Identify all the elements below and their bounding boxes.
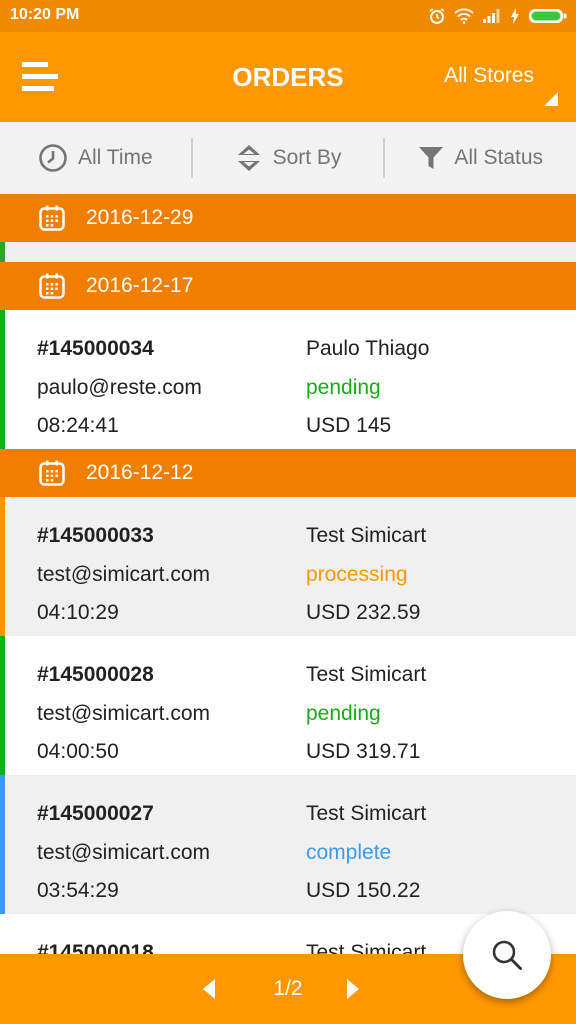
order-customer: Test Simicart — [306, 524, 427, 547]
order-right-column: Test Simicart processing USD 232.59 — [306, 517, 426, 633]
order-status: pending — [306, 701, 381, 725]
order-row[interactable]: #145000028 test@simicart.com 04:00:50 Te… — [0, 636, 576, 775]
status-filter-label: All Status — [454, 146, 544, 169]
empty-group-spacer — [0, 242, 576, 262]
chevron-right-icon — [347, 979, 359, 999]
sort-button[interactable]: Sort By — [193, 122, 384, 194]
sort-label: Sort By — [272, 146, 342, 169]
order-customer: Test Simicart — [306, 802, 427, 825]
clock-icon — [39, 144, 67, 172]
status-icons — [428, 6, 568, 26]
charging-icon — [511, 8, 519, 24]
order-left-column: #145000018 — [37, 934, 154, 954]
wifi-icon — [454, 8, 474, 24]
store-selector-label: All Stores — [444, 64, 534, 87]
order-time: 08:24:41 — [37, 414, 119, 437]
search-fab-button[interactable] — [463, 911, 551, 999]
order-customer: Test Simicart — [306, 941, 427, 954]
order-status: pending — [306, 375, 381, 399]
dropdown-corner-icon — [544, 92, 558, 106]
search-icon — [492, 940, 522, 970]
time-filter-button[interactable]: All Time — [0, 122, 191, 194]
order-row[interactable]: #145000034 paulo@reste.com 08:24:41 Paul… — [0, 310, 576, 449]
date-group-header: 2016-12-29 — [0, 194, 576, 242]
order-email: paulo@reste.com — [37, 375, 202, 399]
order-number: #145000027 — [37, 802, 154, 825]
order-row[interactable]: #145000033 test@simicart.com 04:10:29 Te… — [0, 497, 576, 636]
status-filter-button[interactable]: All Status — [385, 122, 576, 194]
group-date: 2016-12-12 — [86, 461, 194, 484]
order-row[interactable]: #145000027 test@simicart.com 03:54:29 Te… — [0, 775, 576, 914]
order-customer: Paulo Thiago — [306, 337, 430, 360]
status-time: 10:20 PM — [10, 6, 80, 23]
signal-icon — [483, 9, 500, 23]
order-total: USD 232.59 — [306, 601, 421, 624]
order-right-column: Paulo Thiago pending USD 145 — [306, 330, 429, 446]
group-date: 2016-12-29 — [86, 206, 194, 229]
alarm-icon — [429, 8, 445, 24]
order-email: test@simicart.com — [37, 701, 211, 725]
filter-icon — [419, 147, 444, 169]
order-time: 04:00:50 — [37, 740, 119, 763]
status-bar: 10:20 PM — [0, 0, 576, 32]
order-status: complete — [306, 840, 392, 864]
app-bar: ORDERS All Stores — [0, 32, 576, 122]
sort-icon — [237, 145, 260, 171]
order-right-column: Test Simicart complete USD 150.22 — [306, 795, 426, 911]
order-left-column: #145000033 test@simicart.com 04:10:29 — [37, 517, 210, 633]
date-group-header: 2016-12-12 — [0, 449, 576, 497]
order-total: USD 319.71 — [306, 740, 421, 763]
filter-bar: All Time Sort By All Status — [0, 122, 576, 194]
order-time: 04:10:29 — [37, 601, 119, 624]
order-left-column: #145000034 paulo@reste.com 08:24:41 — [37, 330, 202, 446]
order-total: USD 145 — [306, 414, 392, 437]
next-page-button[interactable] — [342, 976, 366, 1002]
store-selector[interactable]: All Stores — [418, 50, 558, 110]
battery-icon — [529, 9, 567, 23]
time-filter-label: All Time — [77, 146, 153, 169]
order-left-column: #145000028 test@simicart.com 04:00:50 — [37, 656, 210, 772]
order-email: test@simicart.com — [37, 562, 211, 586]
calendar-icon — [38, 272, 66, 300]
order-status: processing — [306, 562, 408, 586]
order-time: 03:54:29 — [37, 879, 119, 902]
order-total: USD 150.22 — [306, 879, 421, 902]
order-left-column: #145000027 test@simicart.com 03:54:29 — [37, 795, 210, 911]
group-date: 2016-12-17 — [86, 274, 194, 297]
calendar-icon — [38, 204, 66, 232]
orders-list: 2016-12-29 2016-12-17 #145000034 paulo@r… — [0, 194, 576, 954]
date-group-header: 2016-12-17 — [0, 262, 576, 310]
order-number: #145000028 — [37, 663, 154, 686]
order-number: #145000034 — [37, 337, 154, 360]
order-right-column: Test Simicart — [306, 934, 426, 954]
order-number: #145000033 — [37, 524, 154, 547]
order-email: test@simicart.com — [37, 840, 211, 864]
order-right-column: Test Simicart pending USD 319.71 — [306, 656, 426, 772]
order-number: #145000018 — [37, 941, 154, 954]
calendar-icon — [38, 459, 66, 487]
order-customer: Test Simicart — [306, 663, 427, 686]
